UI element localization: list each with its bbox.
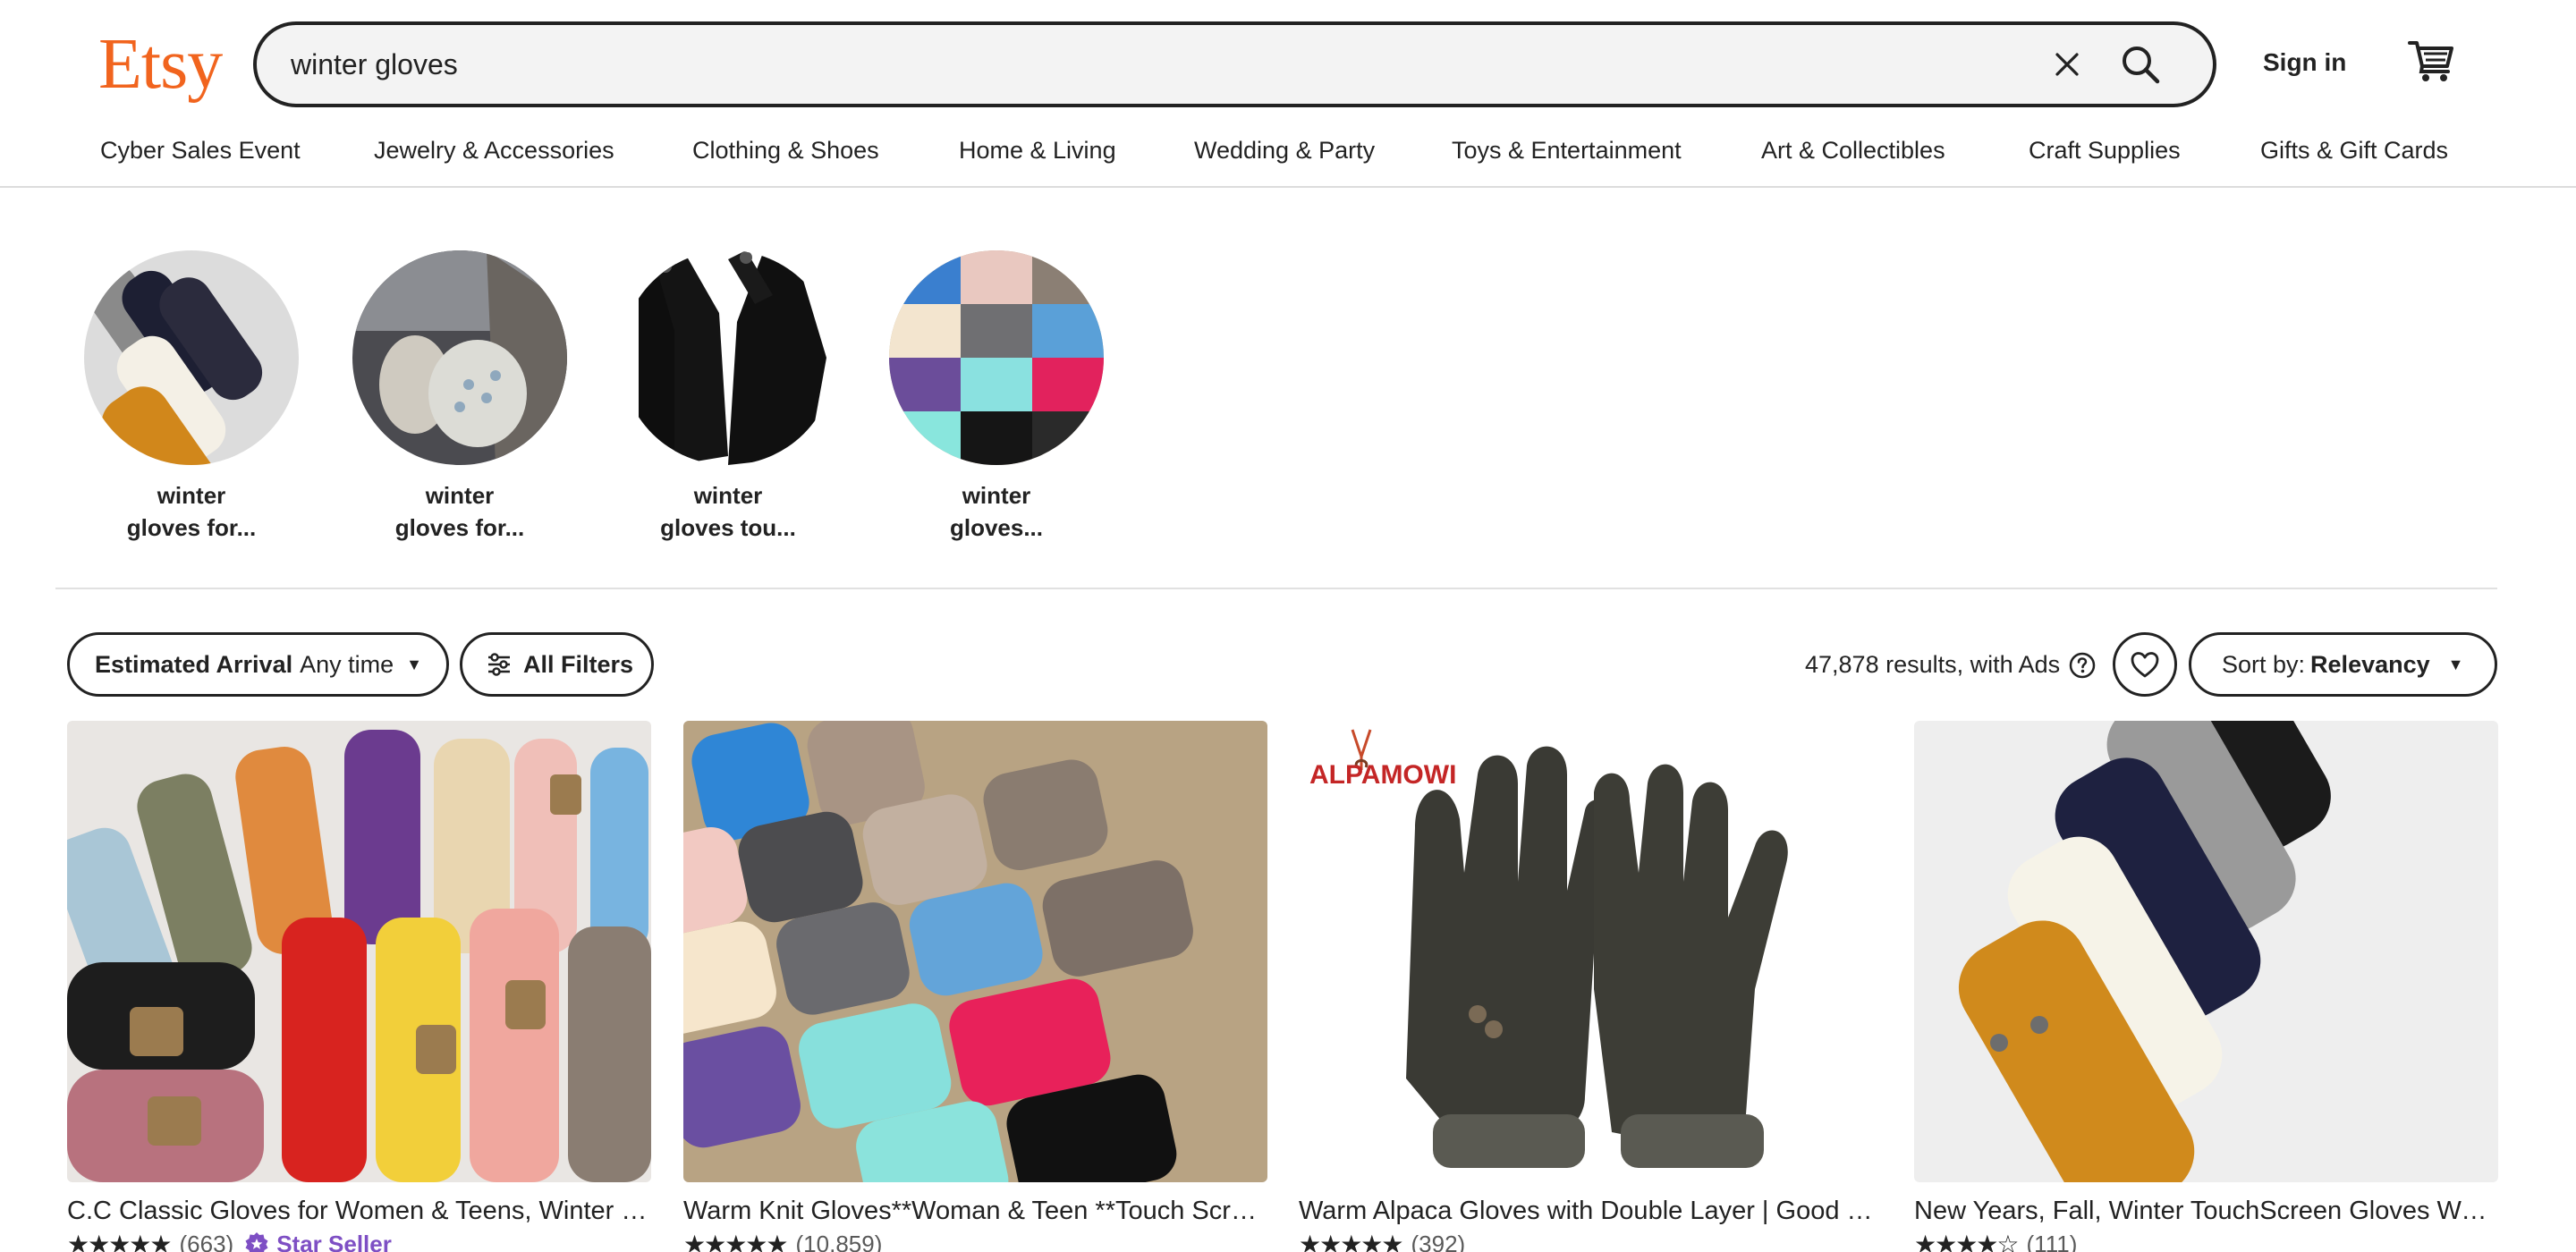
nav-home-living[interactable]: Home & Living [959,134,1116,166]
etsy-logo[interactable]: Etsy [98,20,223,109]
sort-label: Sort by: [2222,650,2306,678]
listing-rating: ★★★★☆ (111) [1914,1231,2077,1252]
star-rating-icon: ★★★★★ [67,1230,173,1252]
nav-toys-entertainment[interactable]: Toys & Entertainment [1452,134,1682,166]
caret-down-icon: ▼ [2447,655,2464,673]
estimated-arrival-value: Any time [300,650,394,678]
listing-image[interactable] [1914,721,2498,1182]
category-thumbnail [352,250,567,465]
save-search-button[interactable] [2113,632,2177,697]
sort-value: Relevancy [2310,650,2430,678]
listing-card[interactable]: Warm Knit Gloves**Woman & Teen **Touch S… [683,721,1267,1252]
review-count: (663) [179,1230,234,1252]
all-filters-button[interactable]: All Filters [460,632,654,697]
category-thumbnail [621,250,835,465]
related-search-item[interactable]: winter gloves for... [84,250,299,546]
related-search-item[interactable]: winter gloves for... [352,250,567,546]
search-input[interactable]: winter gloves [291,47,458,82]
nav-wedding-party[interactable]: Wedding & Party [1194,134,1375,166]
help-icon[interactable] [2068,651,2097,680]
category-thumbnail [84,250,299,465]
results-count: 47,878 results, with Ads [1805,651,2061,678]
nav-jewelry-accessories[interactable]: Jewelry & Accessories [374,134,614,166]
category-label: winter gloves for... [126,482,257,541]
listing-rating: ★★★★★ (392) [1299,1231,1465,1252]
caret-down-icon: ▼ [406,655,422,673]
nav-clothing-shoes[interactable]: Clothing & Shoes [692,134,879,166]
nav-craft-supplies[interactable]: Craft Supplies [2029,134,2181,166]
estimated-arrival-dropdown[interactable]: Estimated Arrival Any time ▼ [67,632,449,697]
nav-art-collectibles[interactable]: Art & Collectibles [1761,134,1945,166]
listing-title[interactable]: New Years, Fall, Winter TouchScreen Glov… [1914,1191,2498,1231]
sort-dropdown[interactable]: Sort by: Relevancy ▼ [2189,632,2497,697]
listing-rating: ★★★★★ (10,859) [683,1231,882,1252]
category-nav: Cyber Sales Event Jewelry & Accessories … [0,134,2576,170]
star-rating-icon: ★★★★★ [1299,1230,1404,1252]
search-bar[interactable]: winter gloves [253,21,2216,107]
cart-icon[interactable] [2406,36,2456,86]
listing-image[interactable] [67,721,651,1182]
heart-icon [2130,650,2160,679]
estimated-arrival-label: Estimated Arrival [95,650,293,678]
related-searches: winter gloves for... winter gloves for... [0,250,1163,546]
review-count: (392) [1411,1230,1466,1252]
category-label: winter gloves... [949,482,1044,541]
listing-card[interactable]: ALPAMOWI Warm Alpaca Gloves with Double … [1299,721,1883,1252]
related-search-item[interactable]: winter gloves... [889,250,1104,546]
sign-in-link[interactable]: Sign in [2263,47,2346,79]
filter-sliders-icon [486,651,513,678]
nav-cyber-sales-event[interactable]: Cyber Sales Event [100,134,301,166]
review-count: (111) [2026,1230,2078,1252]
listing-card[interactable]: C.C Classic Gloves for Women & Teens, Wi… [67,721,651,1252]
nav-gifts-gift-cards[interactable]: Gifts & Gift Cards [2260,134,2448,166]
category-label: winter gloves tou... [660,482,796,541]
all-filters-label: All Filters [523,650,634,678]
category-thumbnail [889,250,1104,465]
site-header: Etsy winter gloves Sign in Cyber Sales E… [0,0,2576,188]
listing-rating: ★★★★★ (663) Star Seller [67,1231,392,1252]
listing-title[interactable]: Warm Alpaca Gloves with Double Layer | G… [1299,1191,1883,1231]
related-search-item[interactable]: winter gloves tou... [621,250,835,546]
star-seller-badge: Star Seller [244,1231,392,1252]
category-label: winter gloves for... [394,482,525,541]
clear-search-icon[interactable] [2046,43,2089,86]
review-count: (10,859) [795,1230,883,1252]
search-icon[interactable] [2114,38,2167,91]
star-rating-icon: ★★★★☆ [1914,1230,2020,1252]
listing-title[interactable]: C.C Classic Gloves for Women & Teens, Wi… [67,1191,651,1231]
listing-title[interactable]: Warm Knit Gloves**Woman & Teen **Touch S… [683,1191,1267,1231]
svg-text:ALPAMOWI: ALPAMOWI [1309,760,1456,790]
star-seller-icon [245,1232,268,1252]
star-rating-icon: ★★★★★ [683,1230,789,1252]
section-divider [55,588,2497,589]
listing-image[interactable] [683,721,1267,1182]
listing-image[interactable]: ALPAMOWI [1299,721,1883,1182]
listing-card[interactable]: New Years, Fall, Winter TouchScreen Glov… [1914,721,2498,1252]
